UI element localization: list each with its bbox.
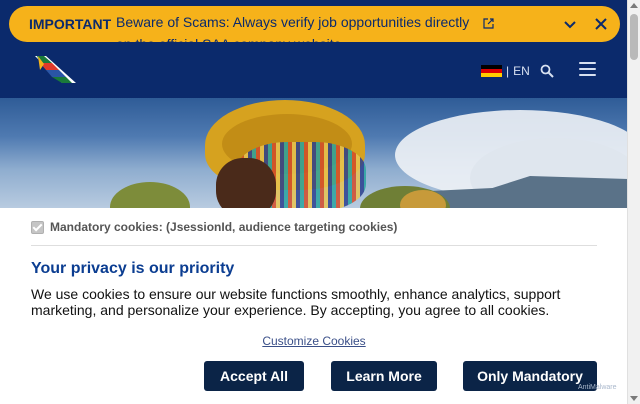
hamburger-menu-icon[interactable] [579, 62, 596, 78]
mandatory-cookies-label: Mandatory cookies: (JsessionId, audience… [50, 220, 398, 234]
search-icon[interactable] [540, 64, 554, 78]
only-mandatory-button[interactable]: Only Mandatory [463, 361, 597, 391]
accept-all-button[interactable]: Accept All [204, 361, 304, 391]
customize-cookies-row: Customize Cookies [0, 332, 628, 350]
privacy-title: Your privacy is our priority [31, 260, 235, 277]
language-separator: | [506, 64, 510, 78]
page-scrollbar[interactable] [627, 0, 640, 404]
banner-tag: IMPORTANT [29, 16, 112, 32]
saa-logo[interactable] [32, 53, 80, 87]
divider [31, 245, 597, 246]
banner-message[interactable]: Beware of Scams: Always verify job oppor… [116, 11, 476, 42]
external-link-icon[interactable] [483, 18, 494, 29]
scam-warning-banner: IMPORTANT Beware of Scams: Always verify… [9, 6, 620, 42]
customize-cookies-link[interactable]: Customize Cookies [262, 334, 365, 348]
german-flag-icon [481, 64, 502, 78]
cookie-consent-panel: Mandatory cookies: (JsessionId, audience… [0, 208, 628, 404]
mandatory-cookies-option: Mandatory cookies: (JsessionId, audience… [31, 220, 397, 234]
learn-more-button[interactable]: Learn More [331, 361, 437, 391]
chevron-down-icon[interactable] [563, 17, 577, 31]
hero-image [0, 98, 628, 208]
site-header: IMPORTANT Beware of Scams: Always verify… [0, 0, 628, 98]
scroll-up-icon[interactable] [630, 3, 638, 8]
privacy-description: We use cookies to ensure our website fun… [31, 286, 561, 318]
mandatory-cookies-checkbox [31, 220, 44, 234]
scroll-down-icon[interactable] [630, 396, 638, 401]
watermark: AntiMalware [578, 384, 617, 391]
close-icon[interactable] [594, 17, 608, 31]
language-selector[interactable]: | EN [481, 64, 530, 78]
scrollbar-thumb[interactable] [630, 14, 638, 60]
language-code: EN [513, 64, 530, 78]
